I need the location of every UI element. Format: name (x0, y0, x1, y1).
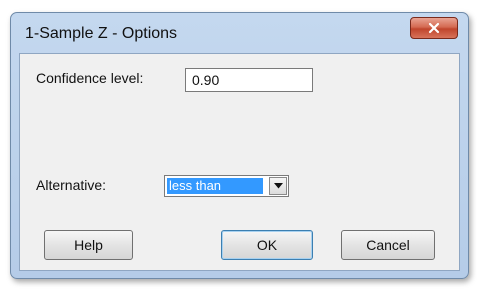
dialog-window: 1-Sample Z - Options Confidence level: 0… (10, 12, 469, 279)
dialog-body: Confidence level: 0.90 Alternative: less… (19, 53, 460, 271)
confidence-level-label: Confidence level: (36, 70, 144, 86)
alternative-select[interactable]: less than (164, 175, 289, 197)
window-title: 1-Sample Z - Options (25, 25, 178, 42)
alternative-selected-value: less than (167, 178, 263, 194)
close-button[interactable] (410, 17, 458, 39)
alternative-dropdown-button[interactable] (269, 177, 287, 195)
alternative-label: Alternative: (36, 177, 107, 193)
cancel-button[interactable]: Cancel (341, 230, 435, 260)
close-icon (428, 22, 440, 34)
help-button[interactable]: Help (44, 230, 133, 260)
ok-button[interactable]: OK (221, 230, 313, 260)
chevron-down-icon (273, 183, 283, 189)
confidence-level-input[interactable]: 0.90 (185, 68, 313, 92)
title-bar[interactable]: 1-Sample Z - Options (11, 13, 468, 53)
